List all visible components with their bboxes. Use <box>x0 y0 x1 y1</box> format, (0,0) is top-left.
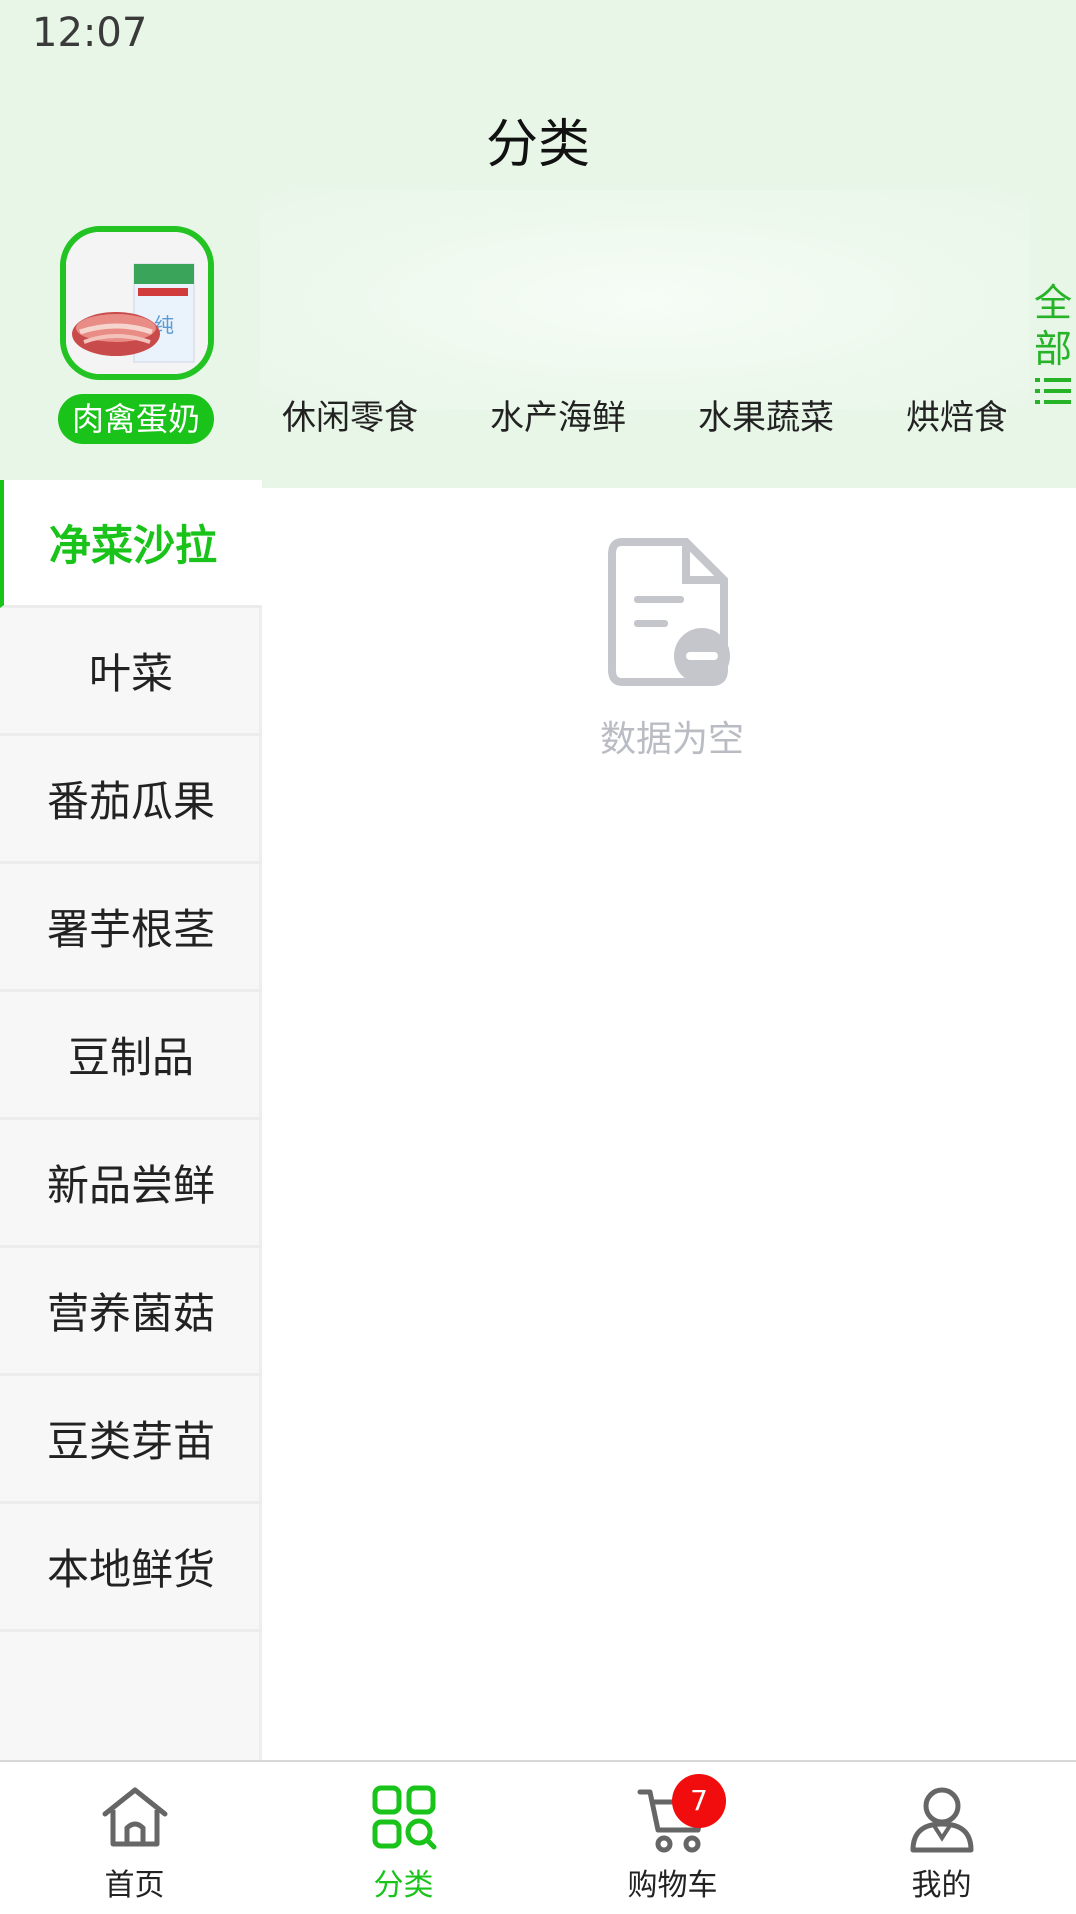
banner-area <box>260 190 1030 410</box>
top-category-seafood[interactable]: 水产海鲜 <box>490 390 626 439</box>
list-icon <box>1035 378 1071 404</box>
sidebar-item-leafy[interactable]: 叶菜 <box>0 608 262 736</box>
top-category-meat-dairy[interactable]: 肉禽蛋奶 <box>58 394 214 444</box>
sidebar-item-mushroom[interactable]: 营养菌菇 <box>0 1248 262 1376</box>
sidebar-item-clean-salad[interactable]: 净菜沙拉 <box>0 480 262 608</box>
sidebar-item-tofu[interactable]: 豆制品 <box>0 992 262 1120</box>
nav-category[interactable]: 分类 <box>269 1762 538 1914</box>
all-categories-button[interactable]: 全部 <box>1030 280 1076 406</box>
sidebar-item-tomato-melon[interactable]: 番茄瓜果 <box>0 736 262 864</box>
sidebar-item-local[interactable]: 本地鲜货 <box>0 1504 262 1632</box>
nav-home-label: 首页 <box>104 1868 165 1903</box>
cart-badge: 7 <box>672 1774 726 1828</box>
nav-mine-label: 我的 <box>911 1868 972 1903</box>
category-icon <box>372 1785 436 1850</box>
top-category-snacks[interactable]: 休闲零食 <box>282 390 418 439</box>
home-icon <box>102 1787 167 1847</box>
sidebar-item-root[interactable]: 署芋根茎 <box>0 864 262 992</box>
category-image-meat-dairy[interactable]: 纯 <box>60 226 214 380</box>
user-icon <box>910 1787 973 1853</box>
sidebar-item-sprouts[interactable]: 豆类芽苗 <box>0 1376 262 1504</box>
status-time: 12:07 <box>32 10 148 56</box>
nav-category-label: 分类 <box>373 1868 434 1903</box>
nav-home[interactable]: 首页 <box>0 1762 269 1914</box>
page-title: 分类 <box>485 115 590 175</box>
category-sidebar: 净菜沙拉 叶菜 番茄瓜果 署芋根茎 豆制品 新品尝鲜 营养菌菇 豆类芽苗 本地鲜… <box>0 480 262 1760</box>
top-category-bakery[interactable]: 烘焙食 <box>906 390 1006 439</box>
top-category-fruit-veg[interactable]: 水果蔬菜 <box>698 390 834 439</box>
empty-document-icon <box>608 538 730 686</box>
nav-mine[interactable]: 我的 <box>807 1762 1076 1914</box>
nav-cart[interactable]: 购物车 <box>538 1762 807 1914</box>
bottom-nav: 首页 分类 购物车 我的 <box>0 1760 1076 1914</box>
nav-cart-label: 购物车 <box>627 1868 718 1903</box>
empty-state-text: 数据为空 <box>599 719 744 760</box>
all-categories-label: 全部 <box>1033 281 1072 371</box>
sidebar-item-new[interactable]: 新品尝鲜 <box>0 1120 262 1248</box>
meat-milk-image: 纯 <box>66 232 208 374</box>
